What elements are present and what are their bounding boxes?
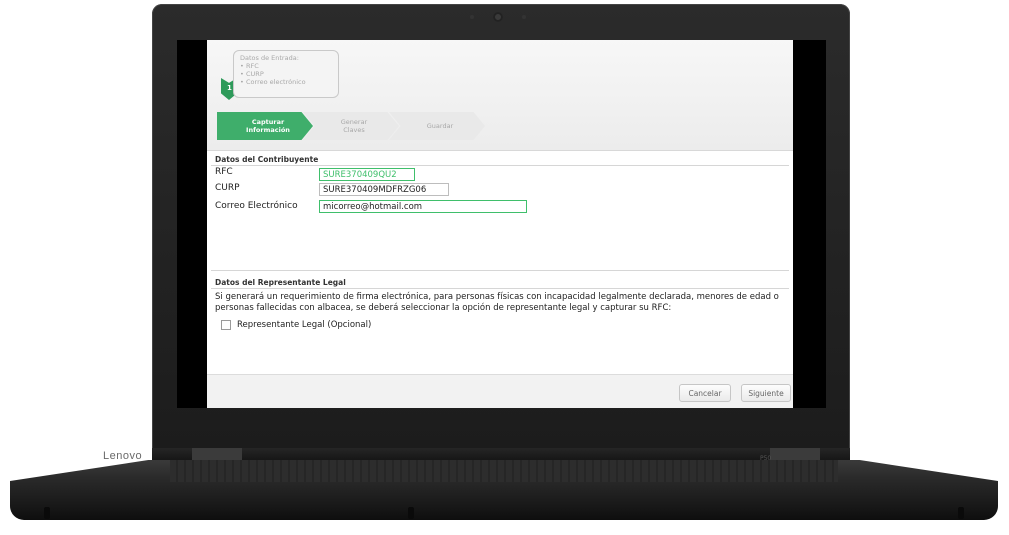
curp-field[interactable]: SURE370409MDFRZG06 bbox=[319, 183, 449, 196]
input-box-title: Datos de Entrada: bbox=[240, 54, 299, 62]
representante-description: Si generará un requerimiento de firma el… bbox=[215, 292, 779, 313]
wizard-header: 1 Datos de Entrada: RFC CURP Correo elec… bbox=[207, 40, 793, 151]
input-item: CURP bbox=[240, 70, 332, 78]
laptop-screen: 1 Datos de Entrada: RFC CURP Correo elec… bbox=[177, 40, 826, 408]
next-button[interactable]: Siguiente bbox=[741, 384, 791, 402]
laptop-foot bbox=[958, 507, 964, 519]
representante-checkbox-row[interactable]: Representante Legal (Opcional) bbox=[221, 320, 371, 330]
step-label: Guardar bbox=[426, 122, 454, 130]
input-data-box: Datos de Entrada: RFC CURP Correo electr… bbox=[233, 50, 339, 98]
contribuyente-section-title: Datos del Contribuyente bbox=[215, 155, 319, 164]
representante-checkbox[interactable] bbox=[221, 320, 231, 330]
section-divider bbox=[211, 288, 789, 289]
curp-label: CURP bbox=[215, 183, 240, 193]
webcam-icon bbox=[493, 12, 503, 22]
app-window: 1 Datos de Entrada: RFC CURP Correo elec… bbox=[207, 40, 793, 408]
keyboard-edge bbox=[170, 460, 838, 482]
email-label: Correo Electrónico bbox=[215, 201, 298, 211]
step-label: Generar Claves bbox=[340, 118, 368, 134]
brand-logo: Lenovo bbox=[103, 450, 143, 462]
representante-checkbox-label: Representante Legal (Opcional) bbox=[237, 320, 372, 330]
step-guardar[interactable]: Guardar bbox=[389, 112, 485, 140]
step-capturar-informacion[interactable]: Capturar Información bbox=[217, 112, 313, 140]
rfc-label: RFC bbox=[215, 167, 233, 177]
input-item: Correo electrónico bbox=[240, 78, 332, 86]
step-label: Capturar Información bbox=[246, 118, 290, 134]
section-divider bbox=[211, 165, 789, 166]
shield-step-number: 1 bbox=[227, 84, 232, 92]
section-divider bbox=[211, 270, 789, 271]
email-field[interactable]: micorreo@hotmail.com bbox=[319, 200, 527, 213]
rfc-field[interactable]: SURE370409QU2 bbox=[319, 168, 415, 181]
input-item: RFC bbox=[240, 62, 332, 70]
laptop-foot bbox=[408, 507, 414, 519]
cancel-button[interactable]: Cancelar bbox=[679, 384, 731, 402]
sensor-dot bbox=[522, 15, 526, 19]
representante-section-title: Datos del Representante Legal bbox=[215, 278, 346, 287]
sensor-dot bbox=[470, 15, 474, 19]
step-generar-claves[interactable]: Generar Claves bbox=[303, 112, 399, 140]
laptop-foot bbox=[44, 507, 50, 519]
